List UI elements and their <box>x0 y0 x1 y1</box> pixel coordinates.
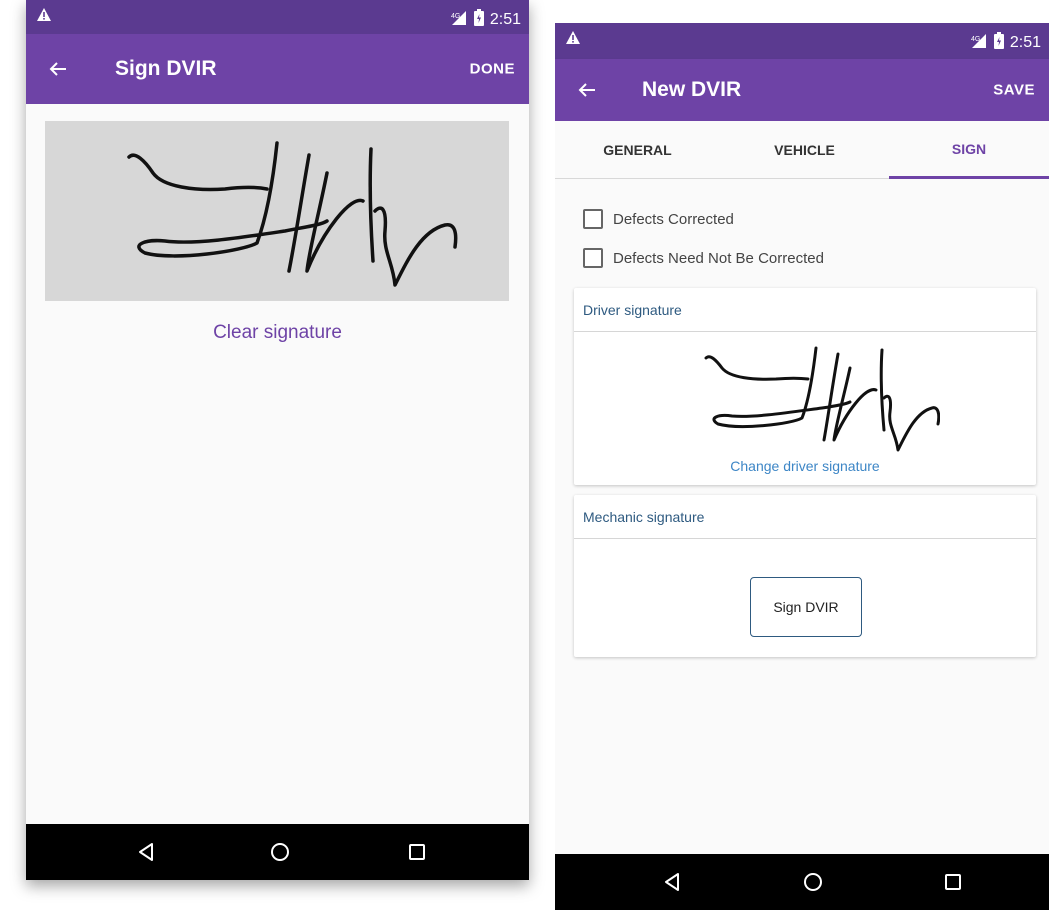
app-bar: Sign DVIR DONE <box>26 34 529 104</box>
signal-icon: 4G <box>970 33 988 54</box>
warning-icon <box>36 7 52 27</box>
svg-text:4G: 4G <box>451 13 460 20</box>
defects-corrected-row[interactable]: Defects Corrected <box>583 209 734 229</box>
nav-home-icon[interactable] <box>266 838 294 866</box>
card-header: Mechanic signature <box>574 495 1036 539</box>
battery-icon <box>473 9 484 31</box>
app-bar: New DVIR SAVE <box>555 59 1049 121</box>
tab-general[interactable]: GENERAL <box>555 121 720 179</box>
checkbox-label: Defects Need Not Be Corrected <box>613 249 824 267</box>
back-arrow-icon[interactable] <box>46 57 70 81</box>
signal-icon: 4G <box>450 10 468 31</box>
system-nav-bar <box>26 824 529 880</box>
sign-dvir-screen: 4G 2:51 Sign DVIR DONE Clear signature <box>26 0 529 880</box>
card-header: Driver signature <box>574 288 1036 332</box>
nav-back-icon[interactable] <box>658 868 686 896</box>
nav-back-icon[interactable] <box>132 838 160 866</box>
sign-dvir-button[interactable]: Sign DVIR <box>750 577 862 637</box>
page-title: New DVIR <box>642 78 742 101</box>
back-arrow-icon[interactable] <box>575 78 599 102</box>
driver-signature-image <box>704 346 940 452</box>
status-bar: 4G 2:51 <box>555 23 1049 59</box>
status-bar: 4G 2:51 <box>26 0 529 34</box>
nav-recents-icon[interactable] <box>403 838 431 866</box>
nav-home-icon[interactable] <box>799 868 827 896</box>
signature-pad[interactable] <box>45 121 509 301</box>
save-button[interactable]: SAVE <box>993 82 1035 99</box>
tab-vehicle[interactable]: VEHICLE <box>720 121 889 179</box>
status-time: 2:51 <box>489 11 521 28</box>
defects-corrected-checkbox[interactable] <box>583 209 603 229</box>
new-dvir-screen: 4G 2:51 New DVIR SAVE GENERAL VEHICLE SI… <box>555 23 1049 910</box>
signature-drawing <box>127 141 458 287</box>
change-driver-signature-link[interactable]: Change driver signature <box>574 458 1036 474</box>
status-time: 2:51 <box>1009 34 1041 51</box>
nav-recents-icon[interactable] <box>939 868 967 896</box>
checkbox-label: Defects Corrected <box>613 210 734 228</box>
done-button[interactable]: DONE <box>470 61 515 78</box>
tab-bar: GENERAL VEHICLE SIGN <box>555 121 1049 179</box>
page-title: Sign DVIR <box>115 57 217 80</box>
svg-text:4G: 4G <box>971 36 980 43</box>
defects-need-not-be-corrected-row[interactable]: Defects Need Not Be Corrected <box>583 248 824 268</box>
driver-signature-card: Driver signature Change driver signature <box>574 288 1036 485</box>
tab-sign[interactable]: SIGN <box>889 121 1049 179</box>
clear-signature-button[interactable]: Clear signature <box>26 322 529 344</box>
mechanic-signature-card: Mechanic signature Sign DVIR <box>574 495 1036 657</box>
system-nav-bar <box>555 854 1049 910</box>
defects-need-not-be-corrected-checkbox[interactable] <box>583 248 603 268</box>
battery-icon <box>993 32 1004 54</box>
warning-icon <box>565 30 581 50</box>
